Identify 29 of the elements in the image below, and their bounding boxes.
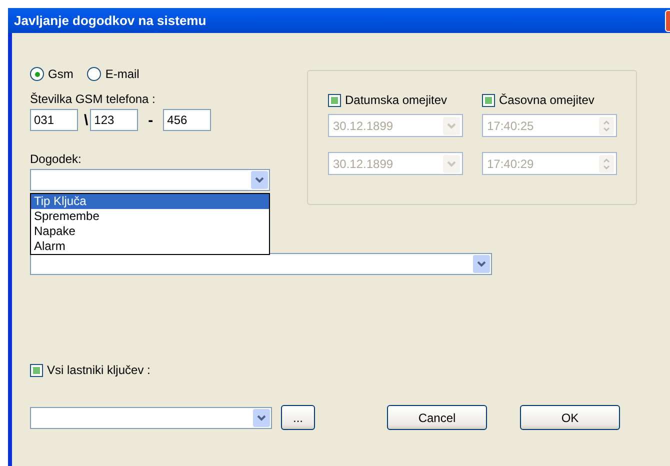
radio-option[interactable]: E-mail (87, 67, 140, 81)
radio-label: E-mail (105, 67, 140, 81)
checkbox-label: Časovna omejitev (499, 93, 594, 107)
checkbox-label: Vsi lastniki ključev : (47, 363, 150, 377)
dropdown-option[interactable]: Alarm (31, 239, 269, 254)
dropdown-field[interactable] (30, 406, 272, 428)
window-title: Javljanje dogodkov na sistemu (14, 13, 206, 28)
separator: - (147, 112, 154, 128)
dropdown-option[interactable]: Napake (31, 224, 269, 239)
input-field[interactable]: 123 (90, 109, 138, 131)
dropdown-field[interactable] (30, 253, 492, 275)
checkbox-label: Datumska omejitev (345, 93, 448, 107)
browse-button[interactable]: ... (281, 405, 315, 430)
radio-icon[interactable] (87, 67, 102, 81)
separator: \ (83, 112, 90, 128)
radio-option[interactable]: Gsm (30, 67, 74, 81)
input-field[interactable]: 031 (30, 109, 78, 131)
event-dropdown[interactable] (30, 169, 270, 191)
event-label: Dogodek: (30, 152, 82, 166)
cancel-button[interactable]: Cancel (387, 405, 487, 430)
checkbox-option[interactable]: Vsi lastniki ključev : (30, 362, 670, 378)
input-field[interactable]: 456 (163, 109, 212, 131)
phone-label: Številka GSM telefona : (30, 92, 156, 106)
radio-icon[interactable] (30, 67, 44, 81)
ok-button[interactable]: OK (520, 405, 620, 430)
dropdown-option[interactable]: Tip Ključa (31, 194, 269, 209)
checkbox-icon[interactable] (30, 364, 43, 376)
radio-label: Gsm (48, 67, 74, 81)
dropdown-option[interactable]: Spremembe (31, 209, 269, 224)
